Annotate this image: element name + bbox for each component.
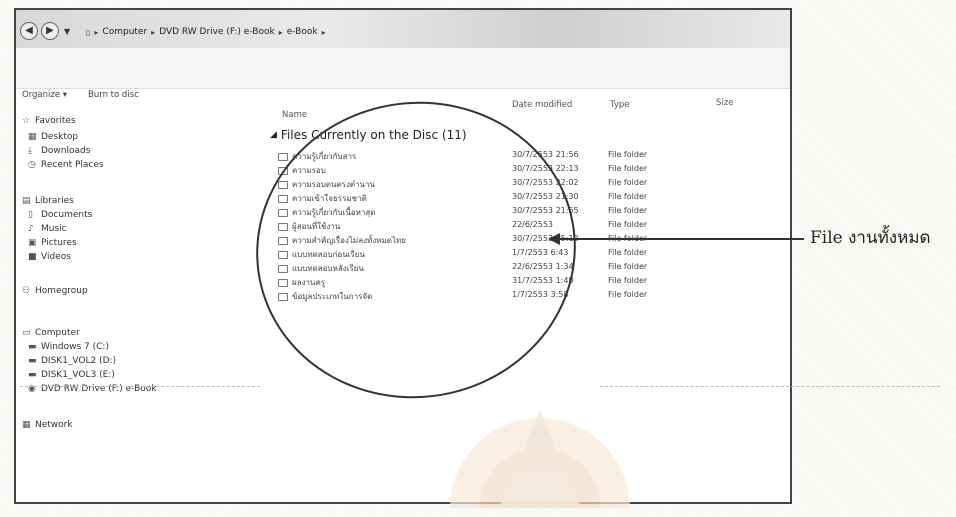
breadcrumb-arrow-icon: ▸ [94, 27, 99, 37]
annotation-arrow-line [556, 238, 804, 240]
recent-pages-chevron-icon[interactable]: ▼ [64, 27, 70, 36]
recent-places-icon: ◷ [28, 159, 36, 170]
documents-icon: ▯ [28, 209, 33, 220]
burn-to-disc-button[interactable]: Burn to disc [88, 90, 139, 100]
sidebar-item-pictures[interactable]: ▣ Pictures [28, 238, 77, 248]
column-header-date-modified[interactable]: Date modified [512, 100, 572, 110]
sidebar-favorites[interactable]: ☆ Favorites [22, 116, 76, 126]
pictures-icon: ▣ [28, 237, 37, 248]
drive-icon: ▬ [28, 355, 37, 366]
file-type: File folder [608, 150, 648, 159]
divider [600, 386, 940, 387]
organize-button[interactable]: Organize ▾ [22, 90, 67, 100]
network-icon: ▦ [22, 419, 31, 430]
file-type: File folder [608, 206, 648, 215]
desktop-icon: ▦ [28, 131, 37, 142]
sidebar-item-music[interactable]: ♪ Music [28, 224, 67, 234]
drive-icon: ▬ [28, 341, 37, 352]
column-header-size[interactable]: Size [716, 98, 733, 108]
sidebar-item-downloads[interactable]: ⤓ Downloads [28, 146, 90, 156]
breadcrumb-arrow-icon: ▸ [151, 27, 156, 37]
column-header-type[interactable]: Type [610, 100, 630, 110]
computer-icon: ▭ [22, 327, 31, 338]
sidebar-item-documents[interactable]: ▯ Documents [28, 210, 92, 220]
star-icon: ☆ [22, 115, 31, 126]
sidebar-item-drive-e[interactable]: ▬ DISK1_VOL3 (E:) [28, 370, 115, 380]
breadcrumb-computer[interactable]: Computer [102, 27, 147, 37]
sidebar-libraries[interactable]: ▤ Libraries [22, 196, 74, 206]
title-bar: ◀ ▶ ▼ ▯ ▸ Computer ▸ DVD RW Drive (F:) e… [16, 10, 790, 48]
sidebar-item-videos[interactable]: ■ Videos [28, 252, 71, 262]
sidebar-item-drive-c[interactable]: ▬ Windows 7 (C:) [28, 342, 109, 352]
homegroup-icon: ⚇ [22, 285, 31, 296]
videos-icon: ■ [28, 251, 37, 262]
sidebar-item-desktop[interactable]: ▦ Desktop [28, 132, 78, 142]
navigation-buttons: ◀ ▶ ▼ [20, 22, 72, 40]
file-type: File folder [608, 248, 648, 257]
command-bar [16, 48, 790, 89]
file-type: File folder [608, 178, 648, 187]
downloads-icon: ⤓ [28, 145, 32, 156]
breadcrumb-arrow-icon: ▸ [321, 27, 326, 37]
address-bar[interactable]: ▯ ▸ Computer ▸ DVD RW Drive (F:) e-Book … [86, 24, 606, 40]
file-type: File folder [608, 276, 648, 285]
sidebar-homegroup[interactable]: ⚇ Homegroup [22, 286, 88, 296]
breadcrumb-arrow-icon: ▸ [278, 27, 283, 37]
music-icon: ♪ [28, 223, 34, 234]
sidebar-computer[interactable]: ▭ Computer [22, 328, 80, 338]
file-type: File folder [608, 164, 648, 173]
sidebar-item-recent-places[interactable]: ◷ Recent Places [28, 160, 104, 170]
sidebar-item-drive-d[interactable]: ▬ DISK1_VOL2 (D:) [28, 356, 116, 366]
breadcrumb-ebook[interactable]: e-Book [287, 27, 318, 37]
file-type: File folder [608, 290, 648, 299]
back-arrow-icon[interactable]: ◀ [20, 22, 38, 40]
drive-icon: ▬ [28, 369, 37, 380]
divider [20, 386, 260, 387]
forward-arrow-icon[interactable]: ▶ [41, 22, 59, 40]
breadcrumb-dvd-drive[interactable]: DVD RW Drive (F:) e-Book [159, 27, 274, 37]
file-type: File folder [608, 220, 648, 229]
library-icon: ▤ [22, 195, 31, 206]
annotation-label: File งานทั้งหมด [810, 228, 931, 248]
column-header-name[interactable]: Name [282, 110, 307, 120]
collapse-triangle-icon[interactable]: ◢ [270, 130, 277, 140]
folder-icon [278, 152, 288, 161]
folder-icon: ▯ [86, 27, 91, 37]
annotation-arrow-icon [548, 233, 560, 245]
file-type: File folder [608, 192, 648, 201]
file-type: File folder [608, 262, 648, 271]
sidebar-network[interactable]: ▦ Network [22, 420, 73, 430]
